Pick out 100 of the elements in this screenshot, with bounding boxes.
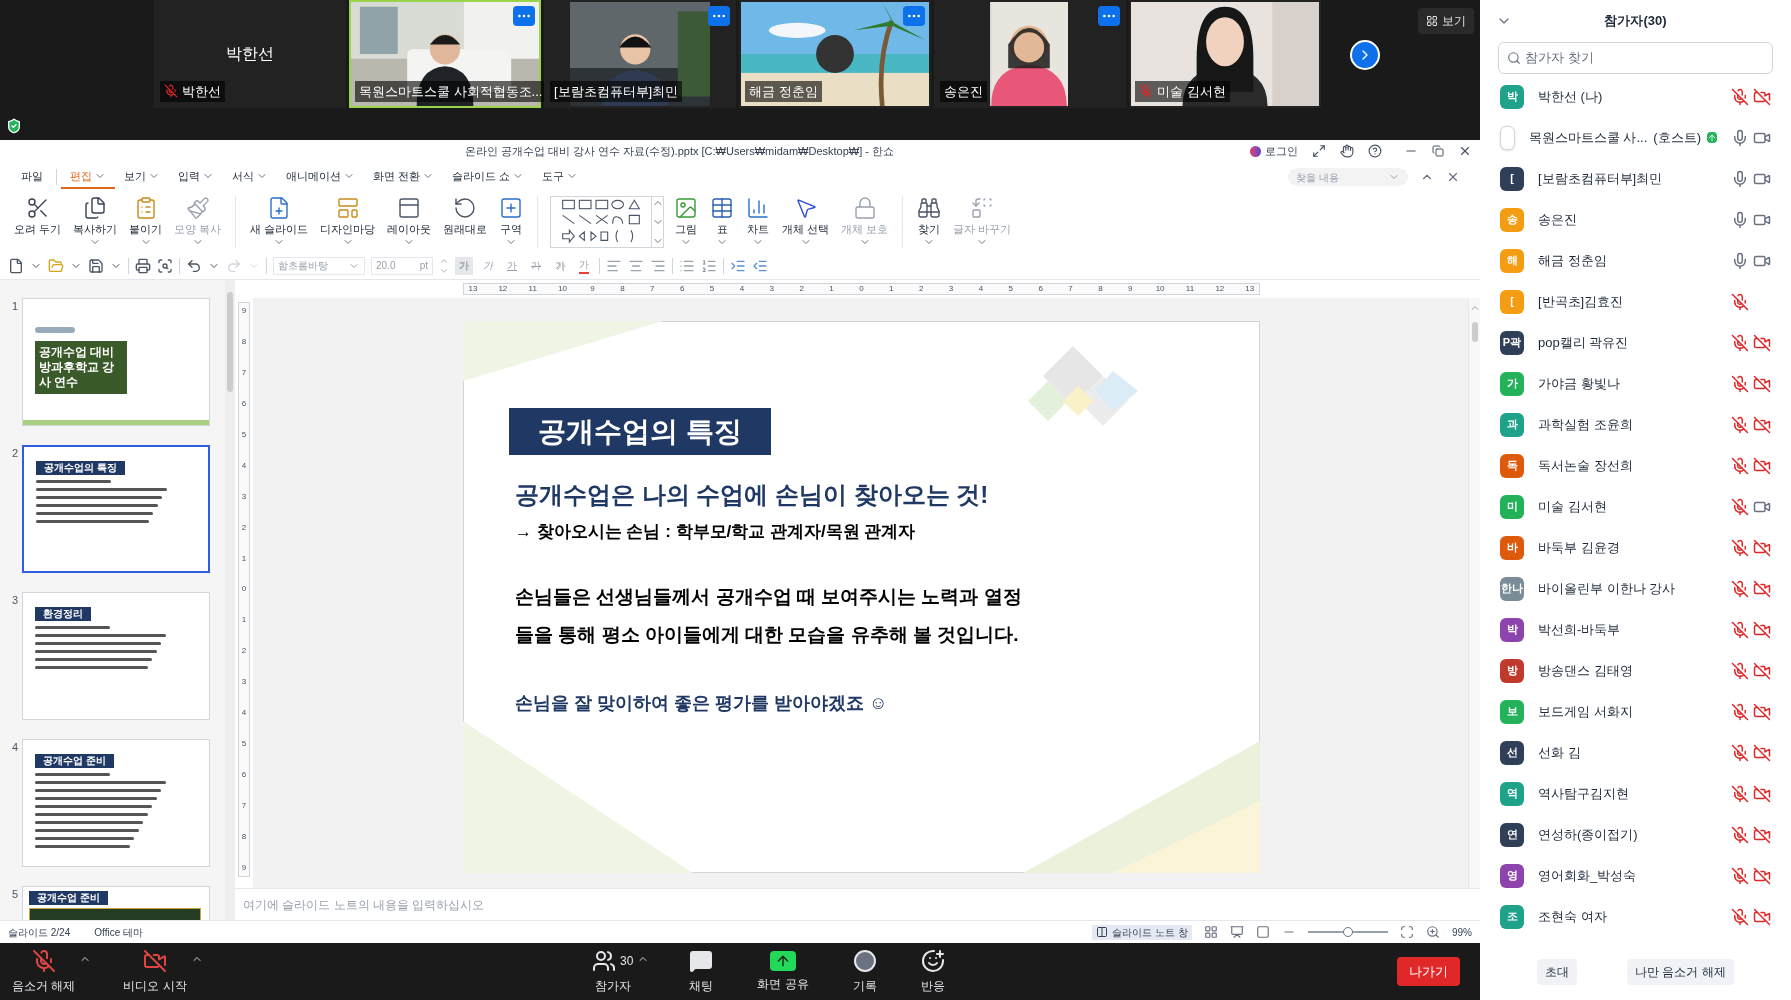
- close-icon[interactable]: [1446, 170, 1460, 184]
- notes-pane-button[interactable]: 슬라이드 노트 창: [1092, 924, 1192, 940]
- participant-row[interactable]: 목원스마트스쿨 사... (호스트): [1480, 117, 1791, 158]
- toolbar-button[interactable]: 화면 공유: [753, 950, 813, 993]
- save-icon[interactable]: [88, 257, 104, 274]
- ribbon-button[interactable]: 구역: [493, 196, 530, 248]
- participant-search-field[interactable]: 참가자 찾기: [1525, 48, 1764, 68]
- print-preview-icon[interactable]: [157, 257, 173, 274]
- participant-row[interactable]: 역 역사탐구김지현: [1480, 773, 1791, 814]
- ribbon-button[interactable]: 새 슬라이드: [244, 196, 315, 248]
- ribbon-button[interactable]: 차트: [740, 196, 777, 248]
- more-button[interactable]: [708, 6, 730, 26]
- menu-tab[interactable]: 애니메이션: [277, 165, 364, 189]
- participant-row[interactable]: 송 송은진: [1480, 199, 1791, 240]
- menu-tab[interactable]: 화면 전환: [364, 165, 444, 189]
- participant-row[interactable]: 영 영어회화_박성숙: [1480, 855, 1791, 896]
- next-page-button[interactable]: [1350, 40, 1380, 70]
- slide-thumbnail[interactable]: 공개수업의 특징: [22, 445, 210, 573]
- hand-icon[interactable]: [1340, 144, 1354, 158]
- participant-row[interactable]: 조 조현숙 여자: [1480, 896, 1791, 937]
- menu-tab[interactable]: 편집: [61, 165, 115, 189]
- bar-chart-icon: [746, 196, 771, 220]
- menu-tab[interactable]: 파일: [12, 165, 52, 189]
- ribbon-button[interactable]: 레이아웃: [381, 196, 438, 248]
- participant-row[interactable]: 선 선화 김: [1480, 732, 1791, 773]
- participant-row[interactable]: 독 독서논술 장선희: [1480, 445, 1791, 486]
- participant-name: 조현숙 여자: [1538, 907, 1607, 926]
- record-icon: [852, 948, 877, 973]
- fit-icon[interactable]: [1256, 925, 1270, 939]
- participant-row[interactable]: [ [반곡초]김효진: [1480, 281, 1791, 322]
- participant-row[interactable]: 박 박선희-바둑부: [1480, 609, 1791, 650]
- zoom-slider-thumb[interactable]: [1343, 927, 1353, 937]
- notes-field[interactable]: 여기에 슬라이드 노트의 내용을 입력하십시오: [243, 895, 743, 914]
- slide-thumbnail[interactable]: 공개수업 준비: [22, 739, 210, 867]
- cover-title: 공개수업 대비 방과후학교 강사 연수: [35, 341, 127, 394]
- leave-button[interactable]: 나가기: [1397, 956, 1460, 987]
- ribbon-button[interactable]: 개체 선택: [776, 196, 836, 248]
- toolbar-button[interactable]: 음소거 해제: [8, 948, 80, 995]
- menu-tab[interactable]: 보기: [115, 165, 169, 189]
- toolbar-button[interactable]: 채팅: [685, 948, 718, 995]
- participant-row[interactable]: 가 가야금 황빛나: [1480, 363, 1791, 404]
- find-field[interactable]: 찾을 내용: [1296, 169, 1376, 185]
- folder-icon[interactable]: [48, 257, 64, 274]
- participant-row[interactable]: 해 해금 정춘임: [1480, 240, 1791, 281]
- participant-row[interactable]: 방 방송댄스 김태영: [1480, 650, 1791, 691]
- slide-thumbnail[interactable]: 공개수업 준비: [22, 886, 210, 920]
- participant-row[interactable]: 한나 바이올린부 이한나 강사: [1480, 568, 1791, 609]
- menu-tab[interactable]: 도구: [533, 165, 588, 189]
- toolbar-button[interactable]: 비디오 시작: [119, 948, 191, 995]
- participant-search-box[interactable]: 참가자 찾기: [1498, 42, 1773, 74]
- restore-icon[interactable]: [1432, 145, 1444, 157]
- avatar: 독: [1500, 453, 1524, 478]
- ribbon-button[interactable]: 붙이기: [123, 196, 169, 248]
- print-icon[interactable]: [135, 257, 151, 274]
- participant-row[interactable]: 바 바둑부 김윤경: [1480, 527, 1791, 568]
- undo-icon[interactable]: [186, 257, 202, 274]
- more-button[interactable]: [513, 6, 535, 26]
- view-button[interactable]: 보기: [1418, 8, 1474, 34]
- participant-row[interactable]: [ [보람초컴퓨터부]최민: [1480, 158, 1791, 199]
- slide-thumbnail[interactable]: 환경정리: [22, 592, 210, 720]
- slideshow-icon[interactable]: [1230, 925, 1244, 939]
- toolbar-button[interactable]: 반응: [916, 948, 949, 995]
- shape-gallery[interactable]: [550, 196, 665, 248]
- panel-button[interactable]: 나만 음소거 해제: [1627, 959, 1734, 985]
- find-box[interactable]: 찾을 내용: [1288, 168, 1408, 186]
- participant-row[interactable]: P곽 pop캘리 곽유진: [1480, 322, 1791, 363]
- grid-view-icon[interactable]: [1204, 925, 1218, 939]
- participant-row[interactable]: 보 보드게임 서화지: [1480, 691, 1791, 732]
- scroll-thumb[interactable]: [227, 292, 233, 392]
- toolbar-button[interactable]: 30 참가자: [588, 948, 638, 995]
- zoom-icon[interactable]: [1426, 925, 1440, 939]
- close-icon[interactable]: [1458, 144, 1472, 158]
- participant-row[interactable]: 연 연성하(종이접기): [1480, 814, 1791, 855]
- fit-window-icon[interactable]: [1400, 925, 1414, 939]
- panel-button[interactable]: 초대: [1537, 959, 1578, 985]
- ribbon-button[interactable]: 원래대로: [437, 196, 494, 236]
- participant-row[interactable]: 박 박한선 (나): [1480, 76, 1791, 117]
- help-icon[interactable]: [1368, 144, 1382, 158]
- ribbon-button[interactable]: 찾기: [911, 196, 948, 248]
- ribbon-button[interactable]: 복사하기: [67, 196, 124, 248]
- avatar: [: [1500, 289, 1524, 314]
- ribbon-button[interactable]: 표: [704, 196, 741, 248]
- scroll-thumb[interactable]: [1471, 322, 1478, 342]
- participant-row[interactable]: 미 미술 김서현: [1480, 486, 1791, 527]
- toolbar-button[interactable]: 기록: [848, 948, 881, 995]
- participant-row[interactable]: 과 과학실험 조윤희: [1480, 404, 1791, 445]
- ribbon-button[interactable]: 디자인마당: [314, 196, 382, 248]
- ribbon-button[interactable]: 오려 두기: [8, 196, 68, 236]
- menu-tab[interactable]: 입력: [169, 165, 223, 189]
- more-button[interactable]: [1098, 6, 1120, 26]
- menu-tab[interactable]: 슬라이드 쇼: [443, 165, 534, 189]
- menu-tab[interactable]: 서식: [223, 165, 277, 189]
- ribbon-button[interactable]: 그림: [668, 196, 705, 248]
- chat-icon: [689, 948, 714, 973]
- numbered-list-icon[interactable]: [701, 257, 717, 274]
- participant-name: 보드게임 서화지: [1538, 702, 1633, 721]
- fullscreen-icon[interactable]: [1312, 144, 1326, 158]
- login-button[interactable]: 로그인: [1250, 142, 1298, 160]
- new-file-icon[interactable]: [8, 257, 24, 274]
- slide-thumbnail[interactable]: 공개수업 대비 방과후학교 강사 연수: [22, 298, 210, 426]
